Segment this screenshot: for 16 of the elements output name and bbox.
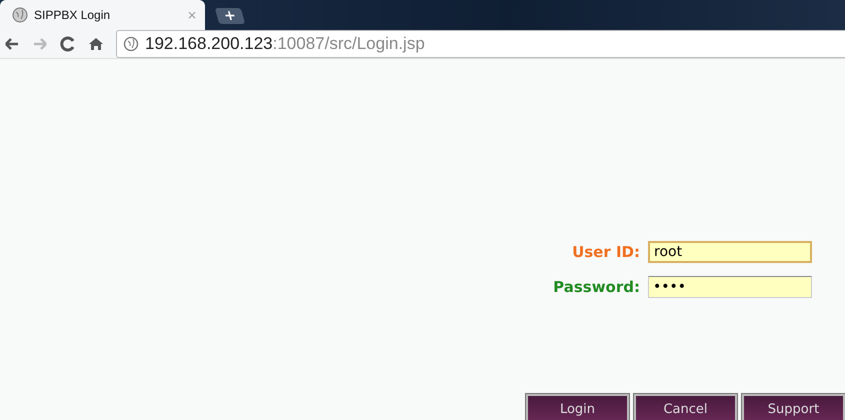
form-button[interactable]: Support [742,394,845,420]
reload-icon[interactable] [60,36,76,52]
home-icon[interactable] [88,36,104,52]
tab-title: SIPPBX Login [34,8,112,22]
input-field[interactable]: root [648,240,812,262]
input-field[interactable]: •••• [648,276,812,298]
form-button[interactable]: Login [526,394,629,420]
field-label: Password: [552,278,640,296]
new-tab-button[interactable]: + [214,8,246,24]
globe-icon [12,7,28,23]
browser-tab[interactable]: SIPPBX Login × [0,0,205,30]
field-label: User ID: [571,242,640,260]
globe-icon [123,36,139,52]
address-bar[interactable]: 192.168.200.123:10087/src/Login.jsp [116,30,845,58]
back-arrow-icon[interactable] [4,36,20,52]
form-button[interactable]: Cancel [634,394,737,420]
